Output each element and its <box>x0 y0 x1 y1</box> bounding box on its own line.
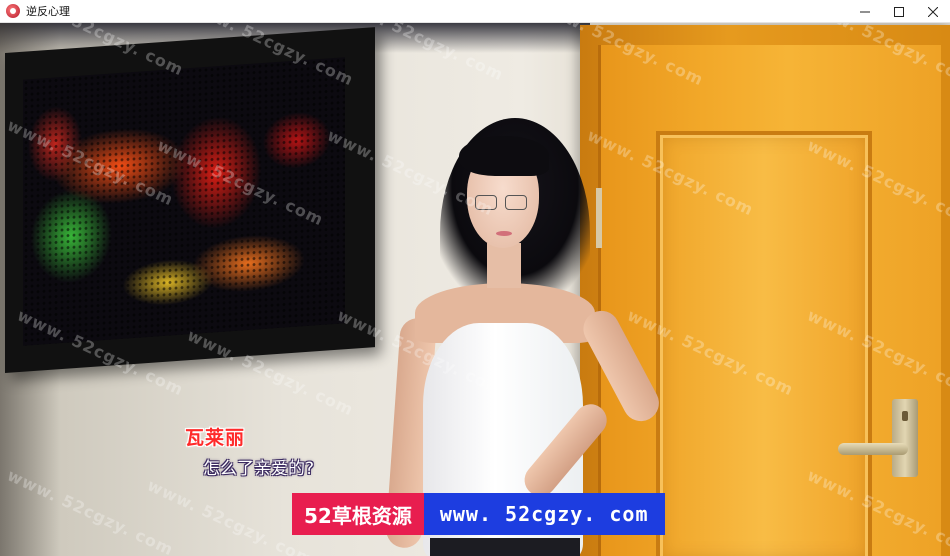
glasses-icon <box>475 195 497 210</box>
watermark: www. 52cgzy. com <box>144 475 317 556</box>
minimize-icon <box>860 11 870 12</box>
close-icon <box>928 6 938 17</box>
door-keyhole <box>902 411 908 421</box>
window-controls <box>848 0 950 23</box>
minimize-button[interactable] <box>848 0 882 23</box>
speaker-name: 瓦莱丽 <box>185 427 246 449</box>
painting-dot-pattern <box>23 57 345 346</box>
close-button[interactable] <box>916 0 950 23</box>
banner-brand: 52草根资源 <box>292 493 424 535</box>
glasses-icon <box>505 195 527 210</box>
wall-painting <box>5 27 375 374</box>
window-title: 逆反心理 <box>26 4 70 18</box>
door-handle <box>838 443 908 455</box>
character-neck <box>487 243 521 288</box>
character-shorts <box>430 538 580 556</box>
character-mouth <box>496 231 512 236</box>
character-valerie <box>385 118 705 556</box>
maximize-button[interactable] <box>882 0 916 23</box>
window-title-bar: 逆反心理 <box>0 0 950 23</box>
watermark-banner: 52草根资源 www. 52cgzy. com <box>292 493 665 535</box>
maximize-icon <box>894 6 904 17</box>
character-bangs <box>459 136 549 176</box>
game-scene[interactable]: www. 52cgzy. com www. 52cgzy. com www. 5… <box>0 23 950 556</box>
banner-url: www. 52cgzy. com <box>423 493 665 535</box>
painting-artwork <box>23 57 345 346</box>
app-logo-icon <box>6 4 20 18</box>
dialogue-text[interactable]: 怎么了亲爱的? <box>203 454 314 479</box>
